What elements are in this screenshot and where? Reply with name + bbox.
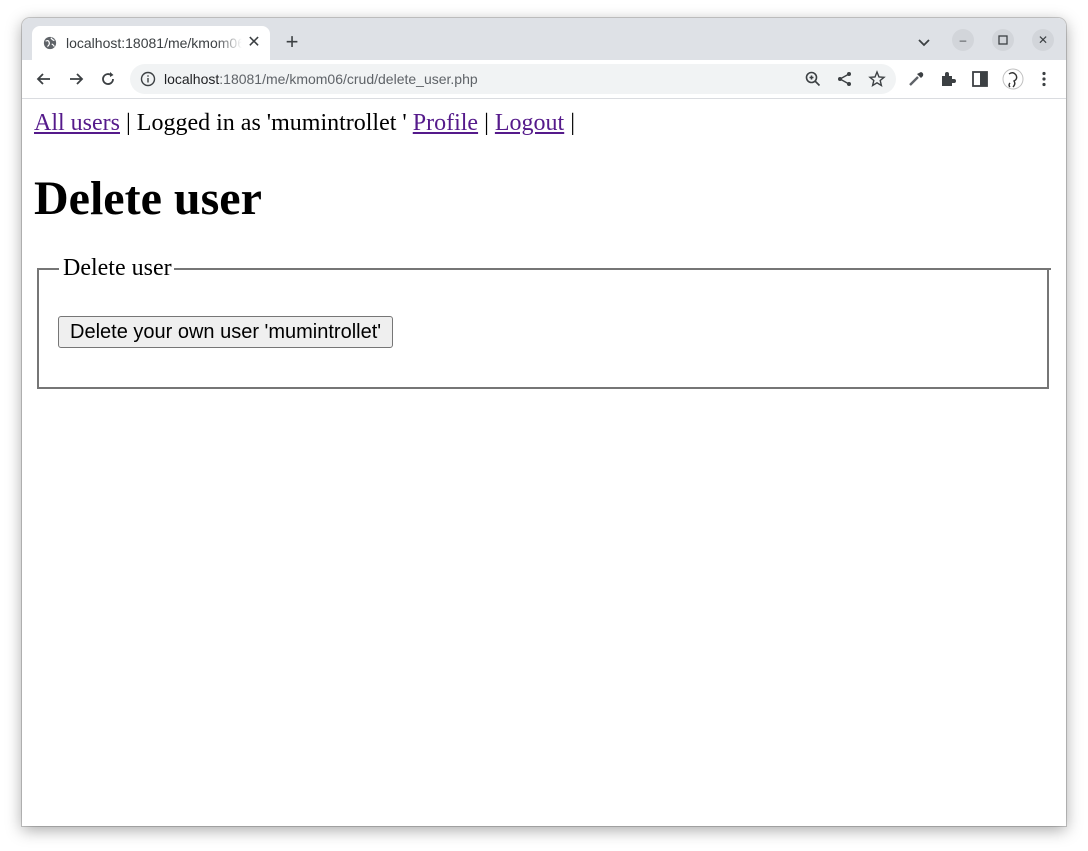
tab-strip: localhost:18081/me/kmom06/crud/delete_us… xyxy=(22,18,1066,60)
extensions-puzzle-icon[interactable] xyxy=(938,69,958,89)
maximize-icon[interactable] xyxy=(992,29,1014,51)
nav-separator: | xyxy=(478,110,495,136)
fieldset-border xyxy=(37,268,59,270)
nav-separator: | xyxy=(564,110,576,136)
close-icon[interactable]: ✕ xyxy=(246,35,262,51)
tab-title: localhost:18081/me/kmom06/crud/delete_us… xyxy=(66,35,242,51)
star-icon[interactable] xyxy=(868,70,886,88)
fieldset-border xyxy=(173,268,1051,270)
minimize-icon[interactable]: – xyxy=(952,29,974,51)
page-title: Delete user xyxy=(34,172,262,225)
logout-link[interactable]: Logout xyxy=(495,110,564,136)
zoom-icon[interactable] xyxy=(804,70,822,88)
side-panel-icon[interactable] xyxy=(970,69,990,89)
fieldset-legend: Delete user xyxy=(61,255,174,282)
browser-window: localhost:18081/me/kmom06/crud/delete_us… xyxy=(22,18,1066,826)
all-users-link[interactable]: All users xyxy=(34,110,120,136)
globe-icon xyxy=(43,36,57,50)
url-text: localhost:18081/me/kmom06/crud/delete_us… xyxy=(164,71,478,87)
address-bar[interactable]: localhost:18081/me/kmom06/crud/delete_us… xyxy=(130,64,896,94)
more-menu-icon[interactable] xyxy=(1034,69,1054,89)
chevron-down-icon[interactable] xyxy=(914,32,934,52)
top-navigation: All users | Logged in as 'mumintrollet '… xyxy=(34,110,575,137)
login-status-text: | Logged in as 'mumintrollet ' xyxy=(120,110,413,136)
browser-toolbar: localhost:18081/me/kmom06/crud/delete_us… xyxy=(22,60,1066,99)
profile-avatar-icon[interactable] xyxy=(1002,68,1024,90)
forward-arrow-icon[interactable] xyxy=(66,69,86,89)
back-arrow-icon[interactable] xyxy=(34,69,54,89)
info-icon[interactable] xyxy=(140,71,156,87)
browser-tab[interactable]: localhost:18081/me/kmom06/crud/delete_us… xyxy=(32,26,270,60)
profile-link[interactable]: Profile xyxy=(413,110,478,136)
share-icon[interactable] xyxy=(836,70,854,88)
close-window-icon[interactable]: ✕ xyxy=(1032,29,1054,51)
delete-user-button[interactable]: Delete your own user 'mumintrollet' xyxy=(58,316,394,348)
new-tab-icon[interactable]: + xyxy=(282,31,302,53)
eyedropper-icon[interactable] xyxy=(906,69,926,89)
page-content: All users | Logged in as 'mumintrollet '… xyxy=(22,99,1066,826)
reload-icon[interactable] xyxy=(98,69,118,89)
